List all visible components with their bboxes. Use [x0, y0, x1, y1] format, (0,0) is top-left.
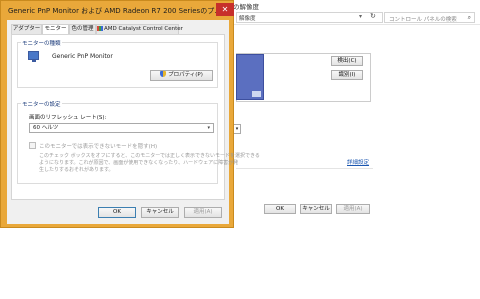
background-apply-button[interactable]: 適用(A): [336, 204, 370, 214]
close-icon[interactable]: ✕: [216, 3, 234, 16]
monitor-settings-heading: モニターの設定: [21, 100, 62, 108]
monitor-icon: [28, 51, 39, 62]
warning-note-line: 生したりするおそれがあります。: [39, 167, 114, 173]
search-icon[interactable]: ⌕: [468, 14, 471, 22]
refresh-rate-select[interactable]: 60 ヘルツ ▾: [29, 123, 214, 133]
dialog-title: Generic PnP Monitor および AMD Radeon R7 20…: [8, 7, 221, 15]
background-cancel-button[interactable]: キャンセル: [300, 204, 332, 214]
background-dropdown-arrow[interactable]: ▾: [233, 124, 241, 134]
hide-modes-checkbox[interactable]: [29, 142, 36, 149]
cancel-button[interactable]: キャンセル: [141, 207, 179, 218]
hide-modes-label: このモニターでは表示できないモードを隠す(H): [39, 144, 158, 150]
properties-button[interactable]: プロパティ(P): [150, 70, 213, 81]
chevron-down-icon: ▾: [207, 125, 210, 131]
search-input[interactable]: コントロール パネルの検索 ⌕: [384, 12, 475, 23]
search-placeholder: コントロール パネルの検索: [389, 17, 457, 23]
shield-icon: [160, 71, 167, 77]
tab-amd-label: AMD Catalyst Control Center: [104, 26, 183, 32]
refresh-rate-value: 60 ヘルツ: [33, 125, 59, 131]
monitor-properties-dialog: Generic PnP Monitor および AMD Radeon R7 20…: [0, 0, 260, 228]
tab-color-label: 色の管理: [71, 26, 94, 32]
properties-button-label: プロパティ(P): [168, 72, 203, 78]
refresh-icon[interactable]: ↻: [370, 12, 376, 20]
ok-button[interactable]: OK: [98, 207, 136, 218]
warning-note-line: ようになります。これが原因で、画面が使用できなくなったり、ハードウェアに障害が発: [39, 160, 239, 166]
address-box[interactable]: 解像度 ▾ ↻: [236, 12, 383, 23]
amd-catalyst-icon: [97, 26, 103, 31]
monitor-name: Generic PnP Monitor: [52, 53, 113, 60]
monitor-badge-icon: [252, 91, 261, 97]
dialog-client-area: アダプター モニター 色の管理 AMD Catalyst Control Cen…: [7, 20, 260, 224]
dialog-titlebar[interactable]: Generic PnP Monitor および AMD Radeon R7 20…: [1, 1, 234, 20]
breadcrumb[interactable]: 解像度: [239, 14, 256, 22]
chevron-down-icon[interactable]: ▾: [359, 13, 362, 20]
tab-amd-catalyst[interactable]: AMD Catalyst Control Center: [96, 24, 183, 34]
tab-adapter[interactable]: アダプター: [11, 24, 42, 34]
warning-note-line: このチェック ボックスをオフにすると、このモニターでは正しく表示できないモードを…: [39, 153, 260, 159]
detect-button[interactable]: 検出(C): [331, 56, 363, 66]
monitor-thumbnail[interactable]: [236, 54, 264, 100]
refresh-rate-label: 画面のリフレッシュ レート(S):: [29, 115, 107, 121]
tab-adapter-label: アダプター: [12, 26, 41, 32]
monitor-type-heading: モニターの種類: [21, 39, 62, 47]
apply-button[interactable]: 適用(A): [184, 207, 222, 218]
background-ok-button[interactable]: OK: [264, 204, 296, 214]
identify-button[interactable]: 識別(I): [331, 70, 363, 80]
tab-color-management[interactable]: 色の管理: [69, 24, 96, 34]
monitor-type-group: モニターの種類: [17, 39, 218, 88]
advanced-settings-link[interactable]: 詳細設定: [347, 158, 369, 166]
tab-monitor-label: モニター: [44, 26, 67, 32]
monitor-tab-panel: モニターの種類 Generic PnP Monitor プロパティ(P) モニタ…: [11, 34, 260, 200]
divider: [236, 168, 373, 169]
